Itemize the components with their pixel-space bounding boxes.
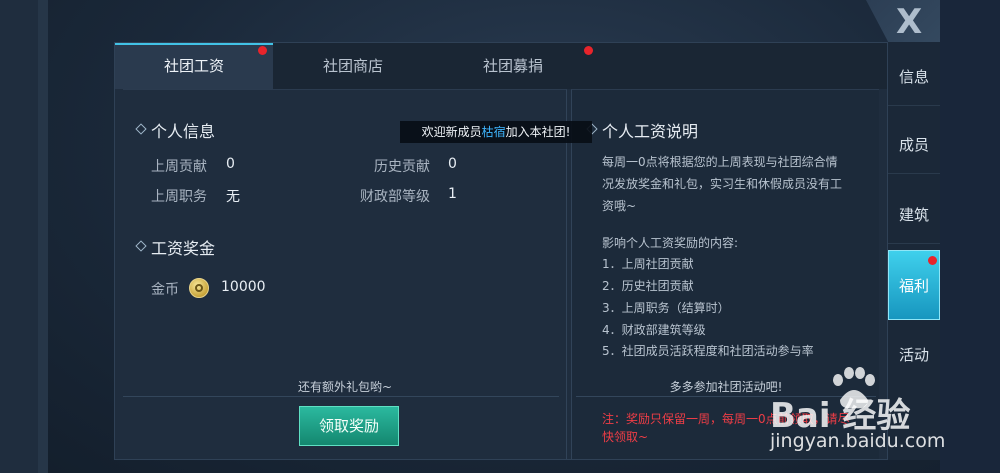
- last-week-role-value: 无: [226, 189, 240, 205]
- explanation-text-1: 每周一0点将根据您的上周表现与社团综合情: [602, 155, 838, 169]
- guild-welfare-screen: X 社团工资 社团商店 社团募捐 个人信息 上周贡献 0 历史贡献 0 上周职务: [0, 0, 1000, 473]
- close-icon: X: [896, 2, 923, 42]
- factors-title: 影响个人工资奖励的内容:: [602, 236, 739, 250]
- gold-label: 金币: [151, 282, 179, 298]
- factor-item: 5．社团成员活跃程度和社团活动参与率: [602, 344, 814, 358]
- finance-level-label: 财政部等级: [360, 189, 430, 205]
- watermark-url: jingyan.baidu.com: [770, 430, 946, 452]
- history-contribution-label: 历史贡献: [374, 159, 430, 175]
- close-button[interactable]: X: [866, 0, 940, 42]
- factor-item: 4．财政部建筑等级: [602, 323, 706, 337]
- explanation-title: 个人工资说明: [602, 122, 699, 141]
- new-member-toast: 欢迎新成员枯宿加入本社团!: [400, 121, 592, 143]
- explanation-text-3: 资哦~: [602, 199, 637, 213]
- background-right: [940, 0, 1000, 473]
- claim-reward-button[interactable]: 领取奖励: [299, 406, 399, 446]
- last-week-contribution-label: 上周贡献: [151, 159, 207, 175]
- explanation-text-2: 况发放奖金和礼包，实习生和休假成员没有工: [602, 177, 843, 191]
- factor-item: 2．历史社团贡献: [602, 279, 694, 293]
- last-week-contribution-value: 0: [226, 156, 235, 172]
- new-member-name: 枯宿: [481, 125, 506, 139]
- side-nav-buildings[interactable]: 建筑: [888, 186, 940, 244]
- finance-level-value: 1: [448, 186, 457, 202]
- history-contribution-value: 0: [448, 156, 457, 172]
- tab-guild-salary-badge: [258, 46, 267, 55]
- extra-gift-hint: 还有额外礼包哟~: [297, 380, 393, 394]
- tab-guild-shop[interactable]: 社团商店: [273, 43, 433, 89]
- tab-guild-donation[interactable]: 社团募捐: [433, 43, 593, 89]
- gold-coin-icon: [189, 278, 209, 298]
- tab-guild-salary[interactable]: 社团工资: [115, 43, 273, 89]
- personal-info-title: 个人信息: [151, 122, 216, 141]
- salary-bonus-title: 工资奖金: [151, 239, 216, 258]
- reward-note-2: 快领取~: [602, 430, 649, 444]
- side-nav-members[interactable]: 成员: [888, 116, 940, 174]
- side-nav-welfare-badge: [928, 256, 937, 265]
- background-left-edge: [38, 0, 48, 473]
- diamond-icon: [135, 123, 147, 135]
- side-nav-activities[interactable]: 活动: [888, 326, 940, 384]
- diamond-icon: [135, 240, 147, 252]
- side-nav-info[interactable]: 信息: [888, 48, 940, 106]
- factor-item: 3．上周职务（结算时）: [602, 301, 730, 315]
- tab-guild-donation-badge: [584, 46, 593, 55]
- salary-section: 个人信息 上周贡献 0 历史贡献 0 上周职务 无 财政部等级 1 工资奖金 金…: [123, 89, 567, 459]
- divider: [123, 396, 559, 397]
- factor-item: 1．上周社团贡献: [602, 257, 694, 271]
- tab-bar: 社团工资 社团商店 社团募捐: [115, 43, 887, 89]
- gold-value: 10000: [221, 279, 266, 295]
- last-week-role-label: 上周职务: [151, 189, 207, 205]
- background-left: [0, 0, 38, 473]
